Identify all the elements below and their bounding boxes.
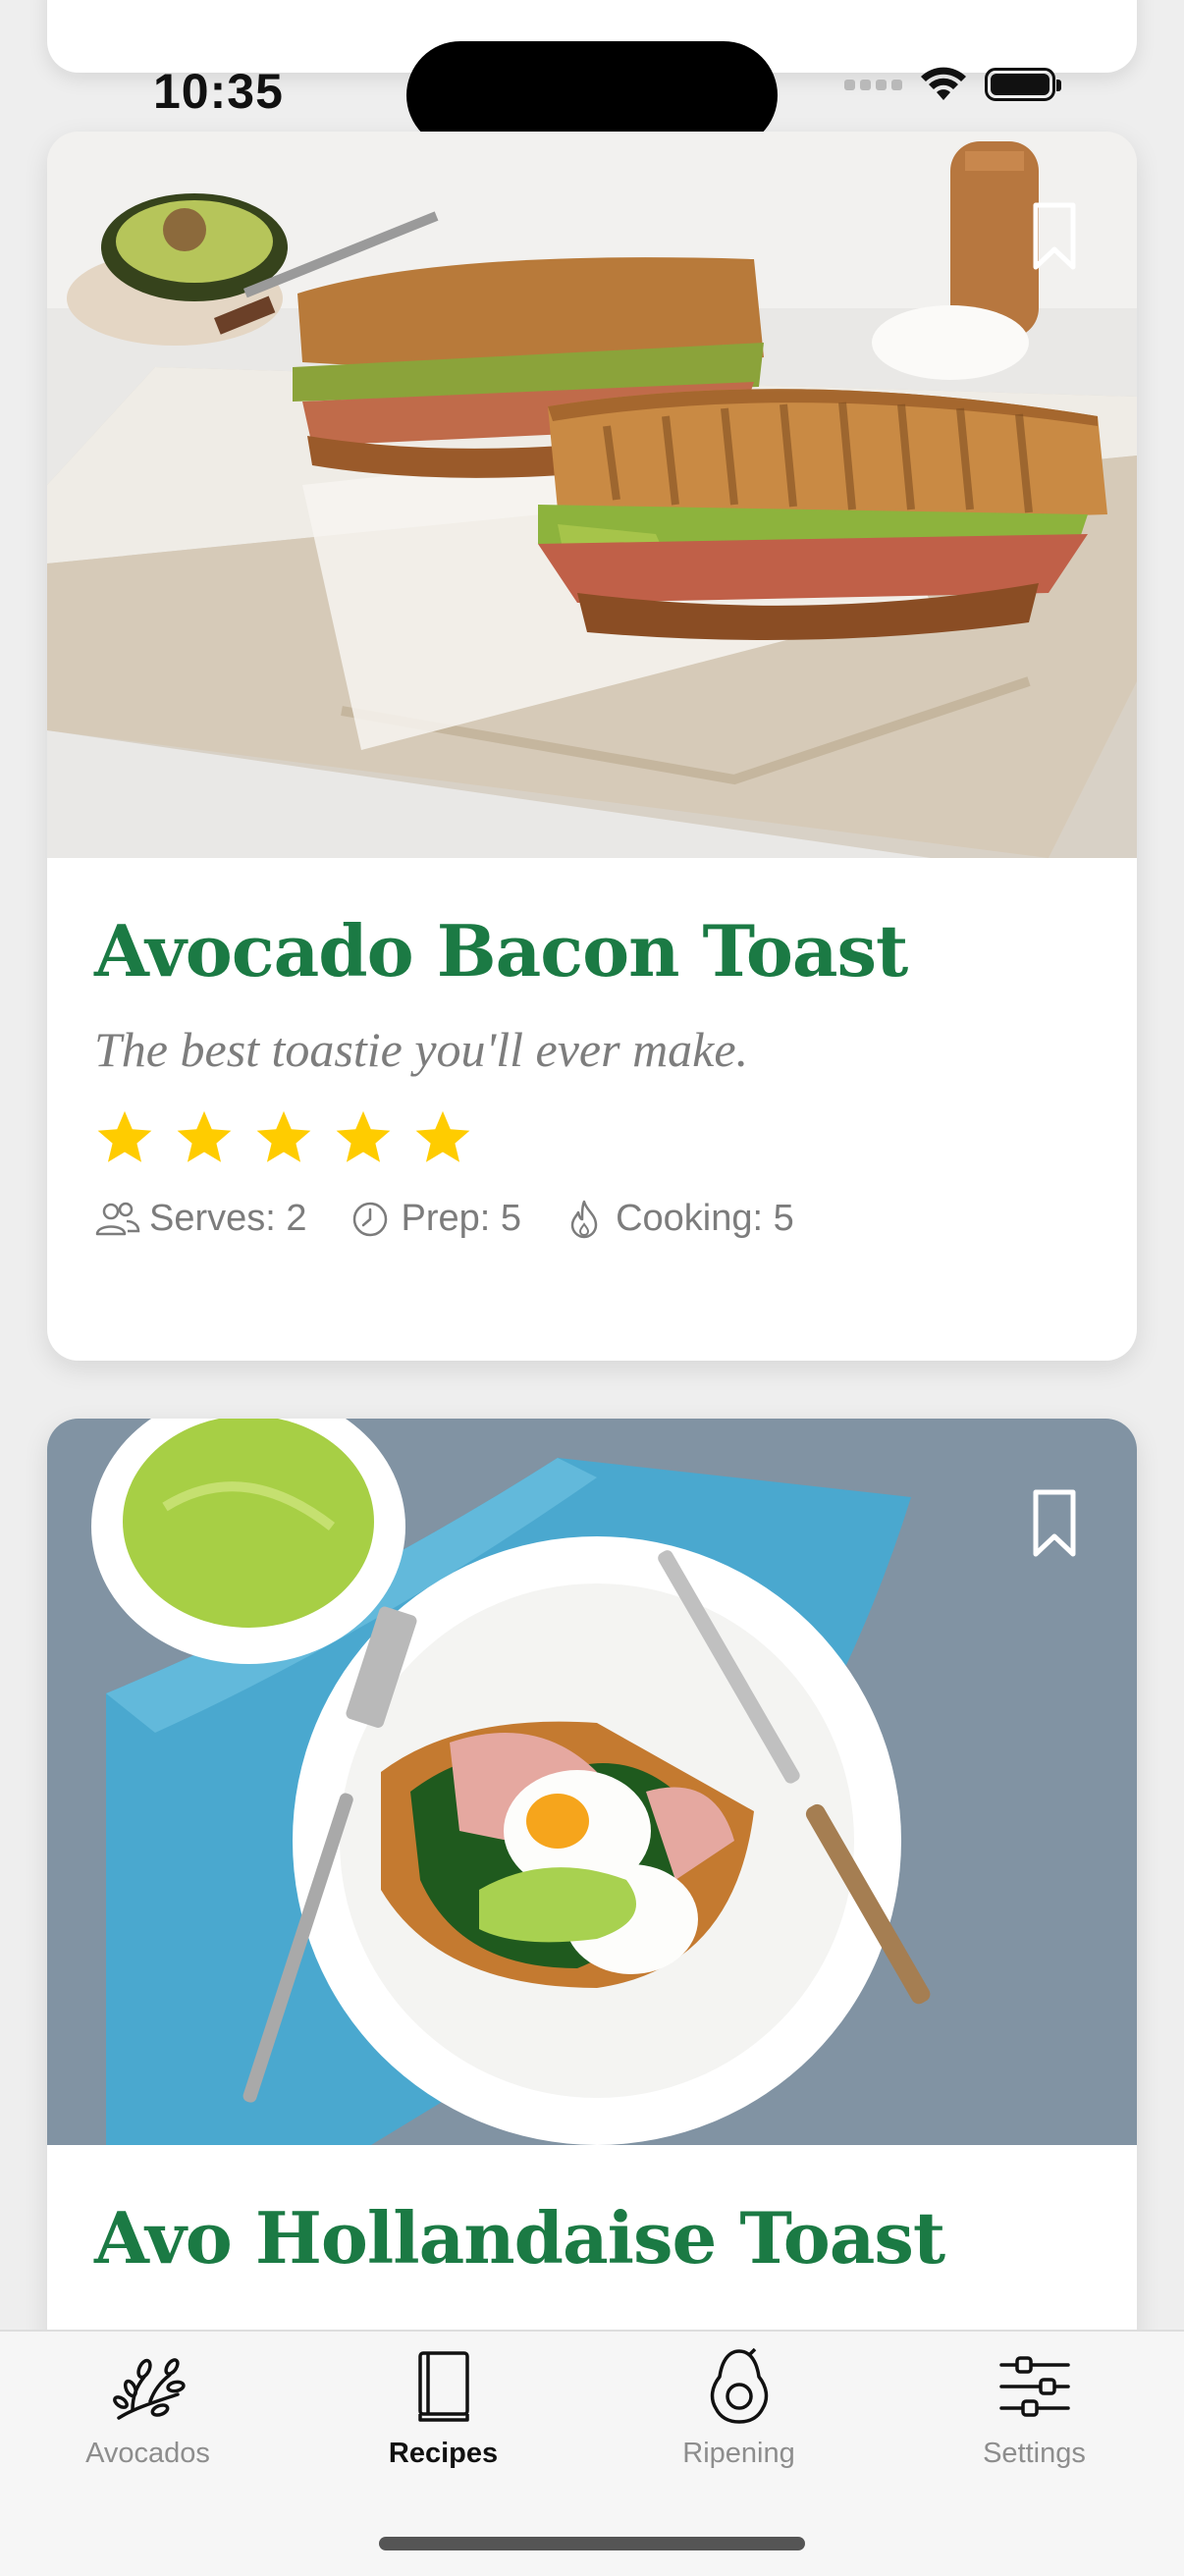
status-icons bbox=[844, 67, 1061, 102]
star-icon bbox=[97, 1111, 152, 1163]
tab-ripening[interactable]: Ripening bbox=[591, 2332, 887, 2489]
tab-settings[interactable]: Settings bbox=[887, 2332, 1182, 2489]
cellular-signal-icon bbox=[844, 79, 902, 90]
tab-label: Avocados bbox=[85, 2438, 210, 2469]
star-icon bbox=[256, 1111, 311, 1163]
bookmark-icon[interactable] bbox=[1033, 1489, 1076, 1558]
flame-icon bbox=[570, 1200, 598, 1239]
wifi-icon bbox=[921, 67, 966, 100]
recipe-photo bbox=[47, 1419, 1137, 2145]
clock-icon bbox=[352, 1202, 387, 1237]
tab-avocados[interactable]: Avocados bbox=[0, 2332, 296, 2489]
cooking-info: Cooking: 5 bbox=[561, 1198, 794, 1240]
recipe-title: Avocado Bacon Toast bbox=[94, 909, 908, 993]
people-icon bbox=[95, 1202, 140, 1236]
status-bar: 10:35 bbox=[0, 0, 1184, 149]
tab-recipes[interactable]: Recipes bbox=[296, 2332, 591, 2489]
cooking-label: Cooking: 5 bbox=[616, 1198, 794, 1240]
recipe-subtitle: The best toastie you'll ever make. bbox=[94, 1022, 749, 1078]
recipe-card[interactable]: Avocado Bacon Toast The best toastie you… bbox=[47, 132, 1137, 1361]
tab-label: Settings bbox=[983, 2438, 1086, 2469]
prep-info: Prep: 5 bbox=[347, 1198, 522, 1240]
sliders-icon bbox=[998, 2356, 1070, 2417]
avocado-icon bbox=[710, 2347, 768, 2424]
serves-label: Serves: 2 bbox=[149, 1198, 307, 1240]
home-indicator[interactable] bbox=[379, 2537, 805, 2550]
star-icon bbox=[177, 1111, 232, 1163]
status-time: 10:35 bbox=[153, 64, 284, 119]
rating-stars bbox=[94, 1107, 1090, 1168]
recipe-title: Avo Hollandaise Toast bbox=[94, 2196, 945, 2280]
tab-label: Ripening bbox=[682, 2438, 795, 2469]
branch-icon bbox=[112, 2358, 186, 2420]
recipe-meta: Serves: 2 Prep: 5 Cooking: 5 bbox=[94, 1198, 1090, 1240]
star-icon bbox=[336, 1111, 391, 1163]
battery-icon bbox=[985, 68, 1061, 101]
prep-label: Prep: 5 bbox=[401, 1198, 522, 1240]
star-icon bbox=[415, 1111, 470, 1163]
recipe-photo bbox=[47, 132, 1137, 858]
bookmark-icon[interactable] bbox=[1033, 202, 1076, 271]
serves-info: Serves: 2 bbox=[94, 1198, 307, 1240]
book-icon bbox=[417, 2351, 469, 2422]
tab-label: Recipes bbox=[388, 2438, 499, 2469]
